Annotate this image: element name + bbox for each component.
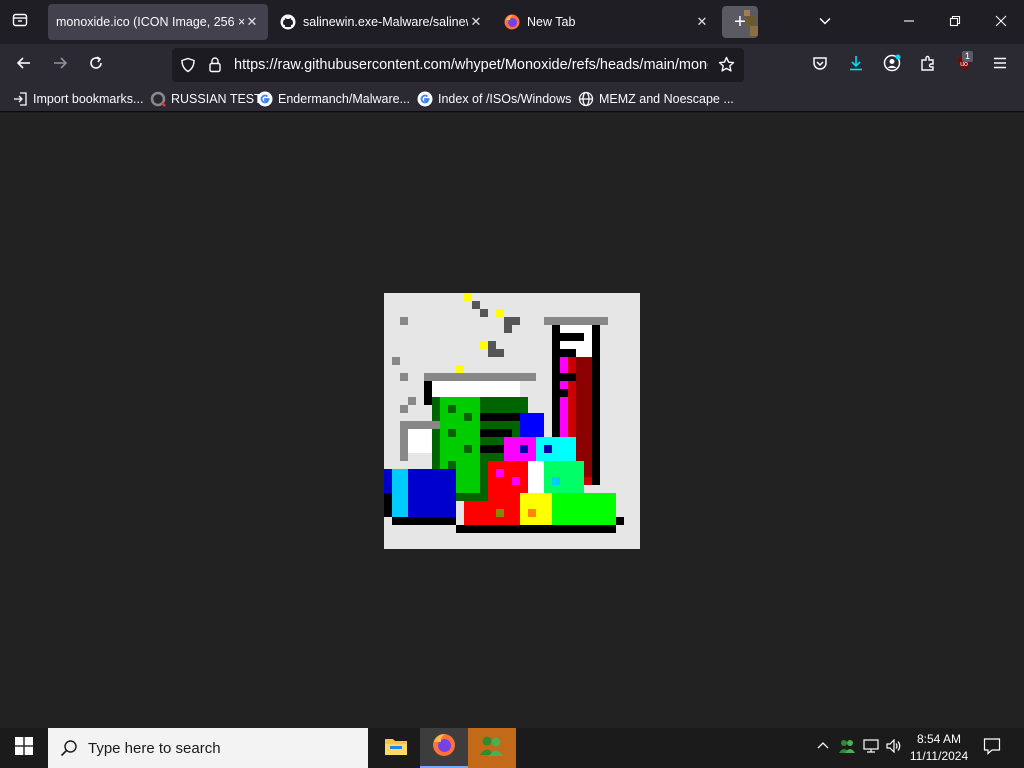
windows-logo-icon: [15, 736, 33, 760]
firefox-icon: [432, 733, 456, 762]
site-icon: [150, 91, 166, 107]
tab-list-icon: [12, 12, 28, 33]
url-text[interactable]: https://raw.githubusercontent.com/whypet…: [234, 57, 708, 73]
taskbar: Type here to search 8:54 AM 11/11/2024: [0, 728, 1024, 768]
people-icon: [479, 735, 505, 762]
google-icon: [417, 91, 433, 107]
new-tab-button[interactable]: +: [722, 6, 758, 38]
minimize-icon: [903, 14, 915, 30]
tray-people-app[interactable]: [836, 728, 858, 768]
bookmark-label: Endermanch/Malware...: [278, 92, 411, 106]
hamburger-menu-icon: [992, 55, 1008, 76]
reload-icon: [88, 55, 104, 76]
arrow-right-icon: [52, 55, 68, 76]
github-icon: [280, 14, 296, 30]
page-content: [0, 113, 1024, 728]
firefox-icon: [504, 14, 520, 30]
downloads-button[interactable]: [840, 49, 872, 81]
folder-icon: [384, 736, 408, 761]
tab-label: salinewin.exe-Malware/salinewi: [303, 15, 468, 29]
close-tab-icon[interactable]: ✕: [468, 14, 484, 30]
bookmark-index-isos[interactable]: Index of /ISOs/Windows: [417, 90, 571, 108]
close-tab-icon[interactable]: ✕: [244, 14, 260, 30]
minimize-button[interactable]: [886, 0, 932, 44]
show-hidden-icons-button[interactable]: [812, 728, 834, 768]
account-icon: [883, 54, 901, 77]
clock[interactable]: 8:54 AM 11/11/2024: [906, 731, 972, 765]
network-icon: [863, 738, 879, 758]
close-tab-icon[interactable]: ✕: [694, 14, 710, 30]
menu-button[interactable]: [984, 49, 1016, 81]
cursor-sprite-icon: [742, 8, 758, 38]
arrow-left-icon: [16, 55, 32, 76]
ublock-extension-button[interactable]: uo 1: [948, 49, 980, 81]
bookmark-label: RUSSIAN TEST: [171, 92, 262, 106]
bookmark-label: Index of /ISOs/Windows: [438, 92, 572, 106]
taskbar-file-explorer[interactable]: [372, 728, 420, 768]
taskbar-search-box[interactable]: Type here to search: [48, 728, 368, 768]
volume-button[interactable]: [883, 728, 905, 768]
back-button[interactable]: [8, 49, 40, 81]
bookmark-import[interactable]: Import bookmarks...: [12, 90, 143, 108]
close-window-button[interactable]: [978, 0, 1024, 44]
notifications-button[interactable]: [978, 728, 1006, 768]
search-icon: [60, 739, 78, 757]
speaker-icon: [886, 738, 902, 758]
google-icon: [257, 91, 273, 107]
chevron-up-icon: [817, 739, 829, 757]
search-placeholder: Type here to search: [88, 739, 221, 757]
bookmark-label: MEMZ and Noescape ...: [599, 92, 734, 106]
reload-button[interactable]: [80, 49, 112, 81]
pocket-button[interactable]: [804, 49, 836, 81]
bookmark-star-icon[interactable]: [718, 56, 735, 78]
tab-monoxide-ico[interactable]: monoxide.ico (ICON Image, 256 × 2 ✕: [48, 4, 268, 40]
tab-new-tab[interactable]: New Tab ✕: [496, 4, 718, 40]
globe-icon: [578, 91, 594, 107]
tab-salinewin[interactable]: salinewin.exe-Malware/salinewi ✕: [272, 4, 492, 40]
close-icon: [995, 14, 1007, 30]
taskbar-app-people[interactable]: [468, 728, 516, 768]
url-bar[interactable]: https://raw.githubusercontent.com/whypet…: [172, 48, 744, 82]
title-bar: monoxide.ico (ICON Image, 256 × 2 ✕ sali…: [0, 0, 1024, 44]
notification-icon: [983, 737, 1001, 760]
restore-icon: [949, 14, 961, 30]
clock-time: 8:54 AM: [916, 732, 962, 746]
restore-button[interactable]: [932, 0, 978, 44]
taskbar-firefox[interactable]: [420, 728, 468, 768]
account-button[interactable]: [876, 49, 908, 81]
start-button[interactable]: [0, 728, 48, 768]
import-icon: [12, 91, 28, 107]
pocket-icon: [812, 55, 828, 76]
tab-label: New Tab: [527, 15, 576, 29]
extension-badge: 1: [962, 51, 974, 62]
bookmarks-toolbar: Import bookmarks... RUSSIAN TEST Enderma…: [0, 86, 1024, 112]
network-button[interactable]: [860, 728, 882, 768]
tracking-protection-shield-icon[interactable]: [180, 57, 196, 78]
list-all-tabs-button[interactable]: [802, 0, 848, 44]
bookmark-memz[interactable]: MEMZ and Noescape ...: [578, 90, 734, 108]
bookmark-label: Import bookmarks...: [33, 92, 144, 106]
extensions-button[interactable]: [912, 49, 944, 81]
bookmark-endermanch[interactable]: Endermanch/Malware...: [257, 90, 410, 108]
download-icon: [848, 55, 864, 76]
clock-date: 11/11/2024: [909, 749, 969, 763]
lock-icon[interactable]: [208, 56, 222, 78]
icon-image: [384, 293, 640, 549]
puzzle-icon: [920, 55, 936, 76]
chevron-down-icon: [818, 14, 832, 31]
tab-label: monoxide.ico (ICON Image, 256 × 2: [56, 15, 244, 29]
forward-button[interactable]: [44, 49, 76, 81]
tab-list-button[interactable]: [0, 0, 40, 44]
bookmark-russian-test[interactable]: RUSSIAN TEST: [150, 90, 262, 108]
people-icon: [838, 738, 856, 759]
